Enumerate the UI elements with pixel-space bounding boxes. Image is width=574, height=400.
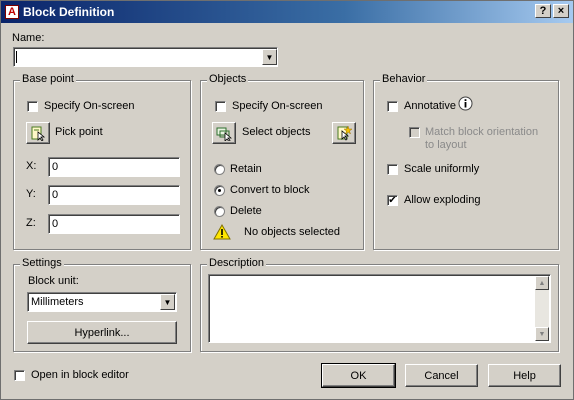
z-input[interactable]: 0 bbox=[48, 214, 180, 234]
block-unit-value: Millimeters bbox=[31, 296, 84, 308]
window-title: Block Definition bbox=[23, 5, 115, 19]
block-unit-select[interactable]: Millimeters bbox=[27, 292, 177, 312]
convert-to-block-label: Convert to block bbox=[230, 184, 310, 196]
open-in-block-editor-label: Open in block editor bbox=[31, 369, 129, 381]
scale-uniformly-label: Scale uniformly bbox=[404, 163, 480, 175]
scroll-up-button[interactable]: ▲ bbox=[535, 276, 549, 290]
quick-select-icon bbox=[337, 125, 352, 141]
cancel-button[interactable]: Cancel bbox=[405, 364, 478, 387]
objects-group-title: Objects bbox=[207, 73, 249, 85]
annotative-checkbox[interactable] bbox=[387, 101, 398, 112]
help-button[interactable]: Help bbox=[488, 364, 561, 387]
description-group-title: Description bbox=[207, 257, 267, 269]
autocad-app-icon: A bbox=[5, 5, 19, 19]
checkmark-icon: ✔ bbox=[388, 194, 397, 206]
open-in-block-editor-checkbox[interactable] bbox=[14, 370, 25, 381]
delete-label: Delete bbox=[230, 205, 262, 217]
select-objects-icon bbox=[216, 127, 232, 141]
scroll-down-button[interactable]: ▼ bbox=[535, 327, 549, 341]
block-unit-dropdown-arrow[interactable]: ▼ bbox=[160, 294, 175, 310]
select-objects-button[interactable] bbox=[212, 122, 236, 144]
allow-exploding-label: Allow exploding bbox=[404, 194, 481, 206]
y-input[interactable]: 0 bbox=[48, 185, 180, 205]
help-title-button[interactable]: ? bbox=[535, 4, 551, 18]
description-textarea[interactable]: ▲ ▼ bbox=[208, 274, 551, 343]
quick-select-button[interactable] bbox=[332, 122, 356, 144]
pick-point-button[interactable] bbox=[26, 122, 50, 144]
close-button[interactable]: × bbox=[553, 4, 569, 18]
match-orientation-label-line1: Match block orientation bbox=[425, 126, 539, 138]
retain-label: Retain bbox=[230, 163, 262, 175]
scale-uniformly-checkbox[interactable] bbox=[387, 164, 398, 175]
title-bar[interactable]: A Block Definition ? × bbox=[1, 1, 573, 23]
objects-status-text: No objects selected bbox=[244, 226, 340, 238]
base-point-specify-onscreen-checkbox[interactable] bbox=[27, 101, 38, 112]
name-label: Name: bbox=[12, 32, 45, 44]
pick-point-label: Pick point bbox=[55, 126, 103, 138]
chevron-down-icon: ▼ bbox=[265, 52, 274, 62]
name-dropdown-arrow[interactable]: ▼ bbox=[262, 49, 277, 65]
annotative-label: Annotative bbox=[404, 100, 456, 112]
text-caret bbox=[16, 51, 17, 63]
match-orientation-checkbox[interactable] bbox=[409, 127, 420, 138]
pick-point-icon bbox=[31, 126, 46, 141]
warning-icon bbox=[213, 224, 231, 240]
ok-button[interactable]: OK bbox=[321, 363, 396, 388]
chevron-down-icon: ▼ bbox=[538, 330, 546, 338]
block-unit-label: Block unit: bbox=[28, 275, 79, 287]
retain-radio[interactable] bbox=[214, 164, 225, 175]
objects-specify-onscreen-checkbox[interactable] bbox=[215, 101, 226, 112]
x-label: X: bbox=[26, 160, 37, 172]
base-point-group-title: Base point bbox=[20, 73, 76, 85]
match-orientation-label-line2: to layout bbox=[425, 139, 467, 151]
x-input[interactable]: 0 bbox=[48, 157, 180, 177]
allow-exploding-checkbox[interactable]: ✔ bbox=[387, 195, 398, 206]
description-scrollbar[interactable]: ▲ ▼ bbox=[535, 276, 549, 341]
chevron-down-icon: ▼ bbox=[163, 297, 172, 307]
convert-to-block-radio[interactable] bbox=[214, 185, 225, 196]
block-definition-dialog: A Block Definition ? × Name: ▼ Base poin… bbox=[0, 0, 574, 400]
objects-specify-onscreen-label: Specify On-screen bbox=[232, 100, 323, 112]
behavior-group-title: Behavior bbox=[380, 73, 428, 85]
name-combobox[interactable] bbox=[13, 47, 278, 67]
y-label: Y: bbox=[26, 188, 36, 200]
info-icon[interactable] bbox=[458, 96, 473, 111]
delete-radio[interactable] bbox=[214, 206, 225, 217]
base-point-specify-onscreen-label: Specify On-screen bbox=[44, 100, 135, 112]
hyperlink-button[interactable]: Hyperlink... bbox=[27, 321, 177, 344]
select-objects-label: Select objects bbox=[242, 126, 311, 138]
z-label: Z: bbox=[26, 217, 36, 229]
settings-group-title: Settings bbox=[20, 257, 64, 269]
chevron-up-icon: ▲ bbox=[538, 279, 546, 287]
